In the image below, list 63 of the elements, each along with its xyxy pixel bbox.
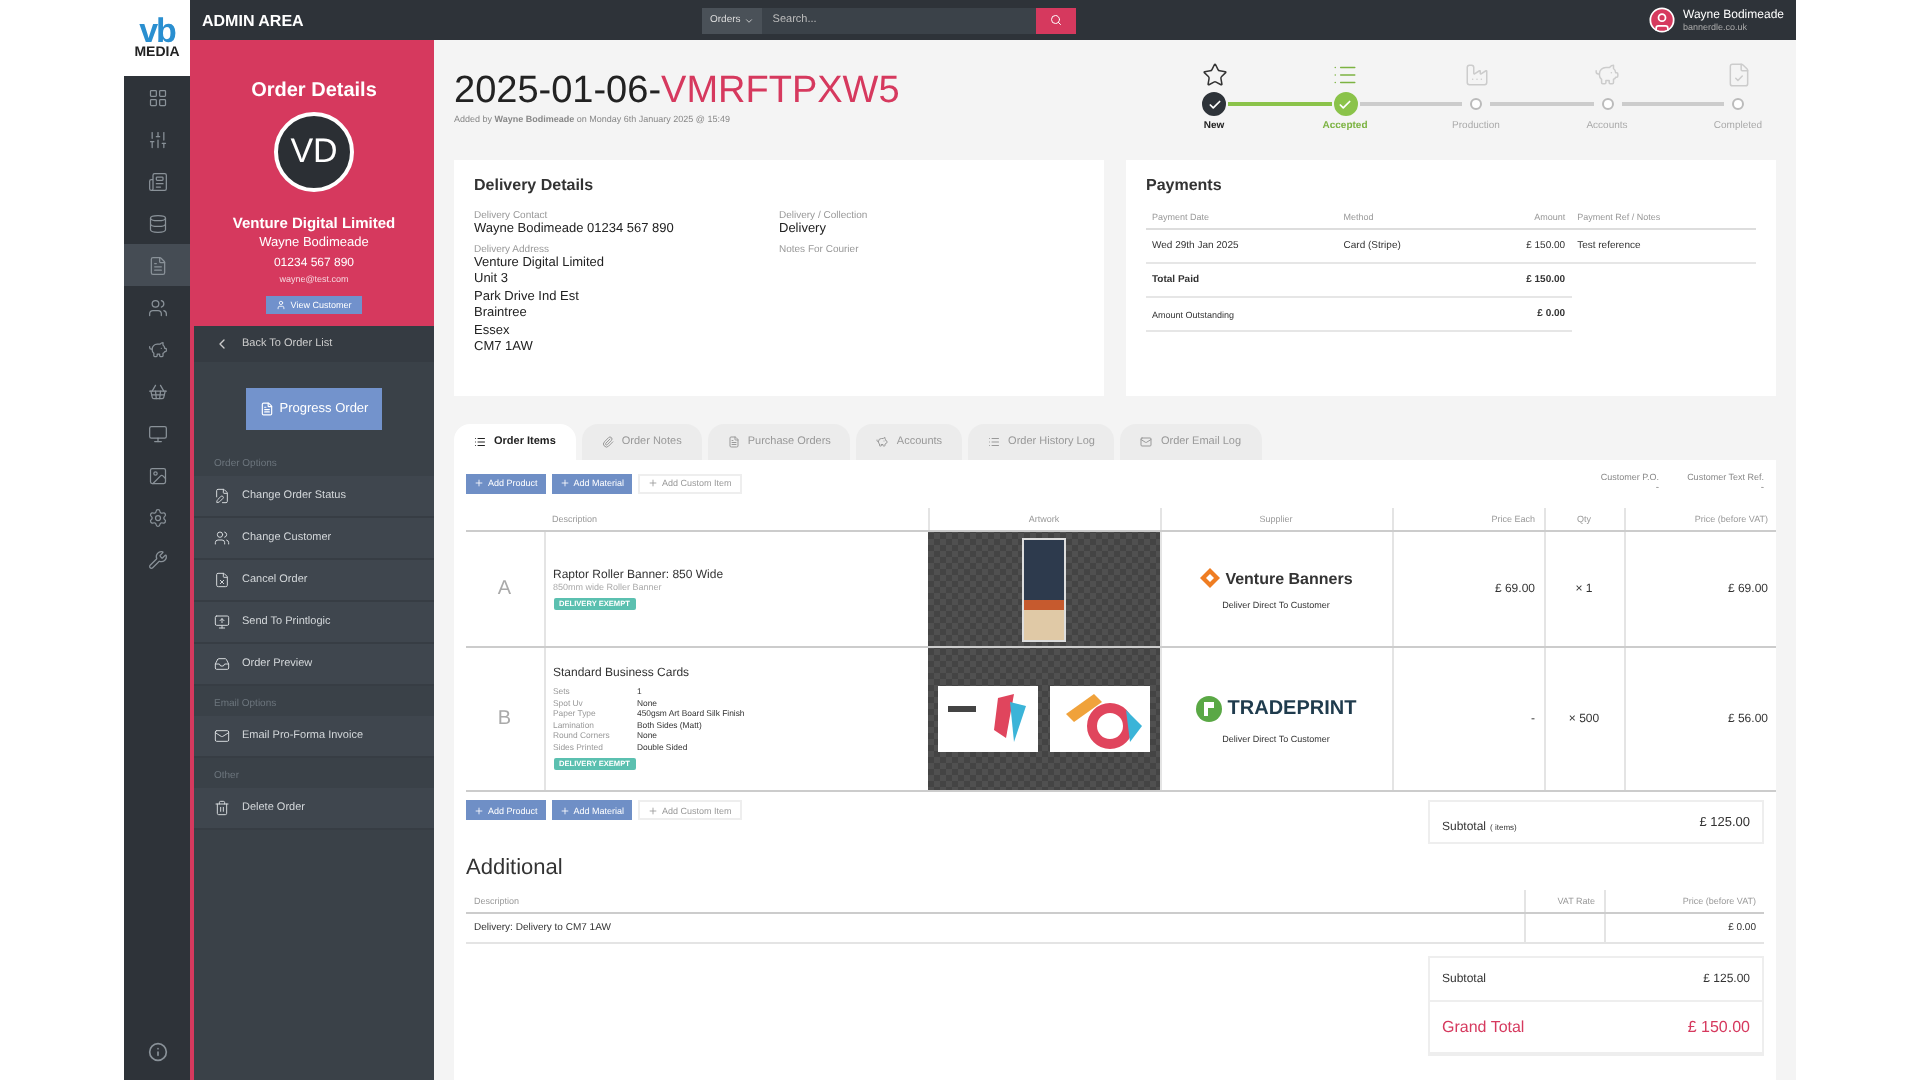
user-icon <box>276 300 287 310</box>
card-title: Delivery Details <box>474 176 596 194</box>
plus-icon <box>648 478 659 488</box>
progress-connector <box>1359 102 1462 106</box>
tray-icon <box>214 656 230 672</box>
progress-connector <box>1228 102 1331 106</box>
circle-logo-icon <box>1195 695 1222 721</box>
sliders-icon <box>147 129 167 149</box>
file-edit-icon <box>214 488 230 504</box>
row-letter: B <box>466 647 544 791</box>
total-value: £ 150.00 <box>1687 1018 1750 1036</box>
plus-icon <box>559 478 570 488</box>
paperclip-icon <box>601 436 614 448</box>
document-icon <box>259 402 274 416</box>
people-icon <box>147 297 167 317</box>
initials-avatar: VD <box>274 112 354 192</box>
list-icon <box>474 436 486 448</box>
document-icon <box>727 436 740 448</box>
progress-connector <box>1621 102 1724 106</box>
area-title: ADMIN AREA <box>202 11 306 29</box>
section-heading: Additional <box>466 856 565 880</box>
supplier-name: Venture Banners <box>1225 569 1353 587</box>
monitor-icon <box>214 614 230 630</box>
card-title: Payments <box>1146 176 1224 194</box>
user-avatar-icon[interactable] <box>1647 6 1676 34</box>
plus-icon <box>559 805 570 815</box>
row-letter: A <box>466 531 544 647</box>
envelope-icon <box>1140 436 1153 448</box>
check-icon <box>1338 97 1352 111</box>
monitor-icon <box>147 423 167 443</box>
people-icon <box>214 530 230 546</box>
newspaper-icon <box>147 171 167 191</box>
rail-button[interactable] <box>124 244 190 286</box>
panel-heading: Order Details <box>251 80 377 102</box>
trash-icon <box>214 800 230 816</box>
plus-icon <box>648 805 659 815</box>
chevron-left-icon <box>214 336 230 352</box>
order-title: 2025-01-06-VMRFTPXW5 <box>454 70 900 114</box>
file-cross-icon <box>214 572 230 588</box>
supplier-name: TRADEPRINT <box>1227 697 1357 719</box>
check-icon <box>1207 97 1221 111</box>
document-icon <box>147 255 167 275</box>
progress-connector <box>1490 102 1593 106</box>
grid-icon <box>147 87 167 107</box>
list-icon <box>988 436 1001 448</box>
settings-icon <box>147 507 167 527</box>
caret-icon <box>744 15 755 25</box>
banner-thumbnail <box>1021 537 1066 641</box>
piggy-bank-icon <box>876 436 889 448</box>
piggy-bank-icon <box>147 339 167 359</box>
total-label: Grand Total <box>1442 1018 1525 1036</box>
search-icon <box>1050 14 1063 26</box>
info-icon[interactable] <box>147 1042 167 1062</box>
plus-icon <box>474 478 484 488</box>
image-icon <box>147 465 167 485</box>
wrench-icon <box>147 549 167 569</box>
database-icon <box>147 213 167 233</box>
plus-icon <box>474 805 484 815</box>
logo-mark: vb <box>139 15 175 45</box>
basket-icon <box>147 381 167 401</box>
envelope-icon <box>214 728 230 744</box>
search-button[interactable] <box>1036 7 1077 33</box>
diamond-logo-icon <box>1199 568 1220 588</box>
